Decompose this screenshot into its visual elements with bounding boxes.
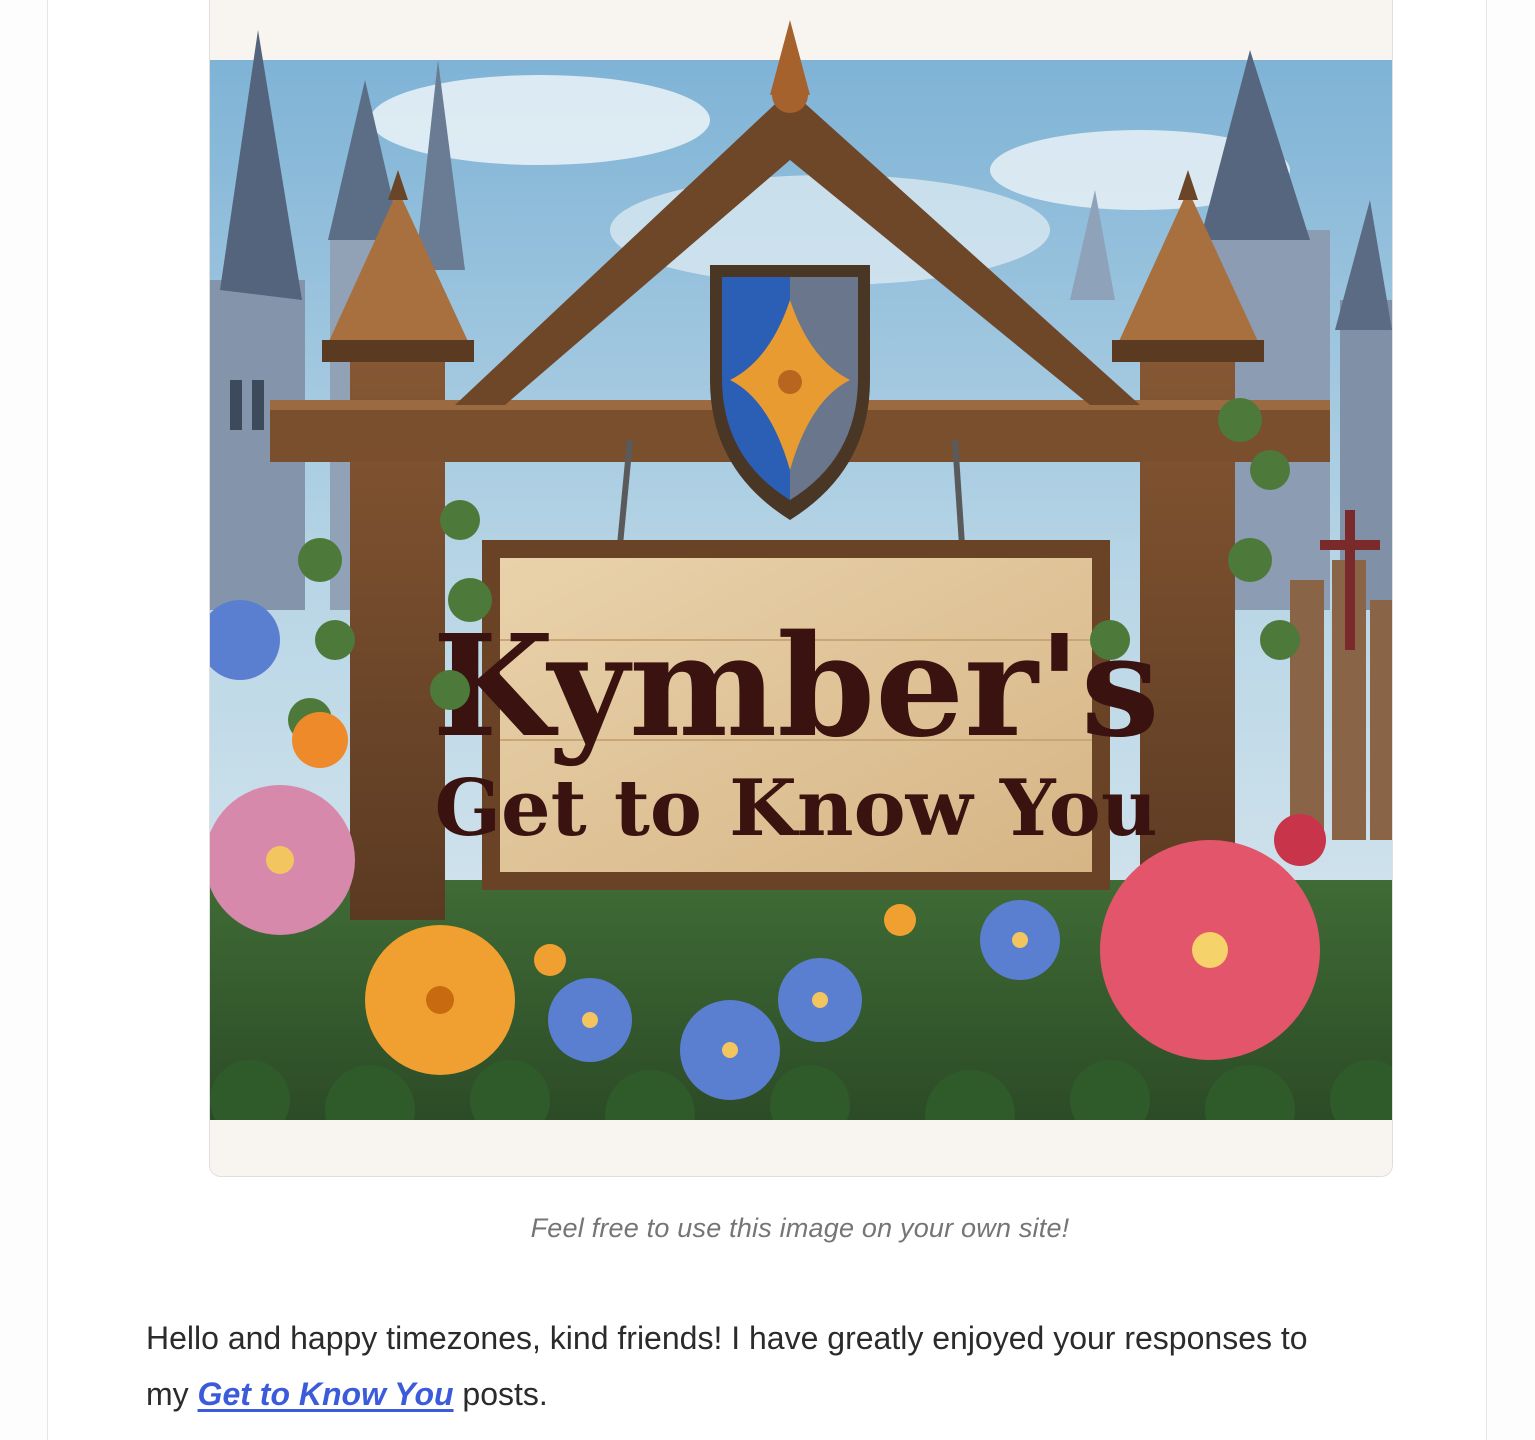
fence-right	[1290, 560, 1392, 840]
intro-text-posts: posts.	[462, 1376, 548, 1412]
featured-image[interactable]: Kymber's Get to Know You	[209, 0, 1393, 1177]
post-intro-paragraph: Hello and happy timezones, kind friends!…	[146, 1310, 1416, 1422]
hanging-sign: Kymber's Get to Know You	[432, 540, 1160, 890]
image-caption: Feel free to use this image on your own …	[530, 1213, 1070, 1243]
sign-subtitle: Get to Know You	[434, 763, 1157, 854]
kymbers-sign-illustration: Kymber's Get to Know You	[210, 20, 1392, 1176]
intro-text: Hello and happy timezones, kind friends!…	[146, 1320, 1308, 1356]
get-to-know-you-link[interactable]: Get to Know You	[198, 1376, 454, 1412]
sign-title: Kymber's	[432, 605, 1159, 769]
intro-text-my: my	[146, 1376, 189, 1412]
